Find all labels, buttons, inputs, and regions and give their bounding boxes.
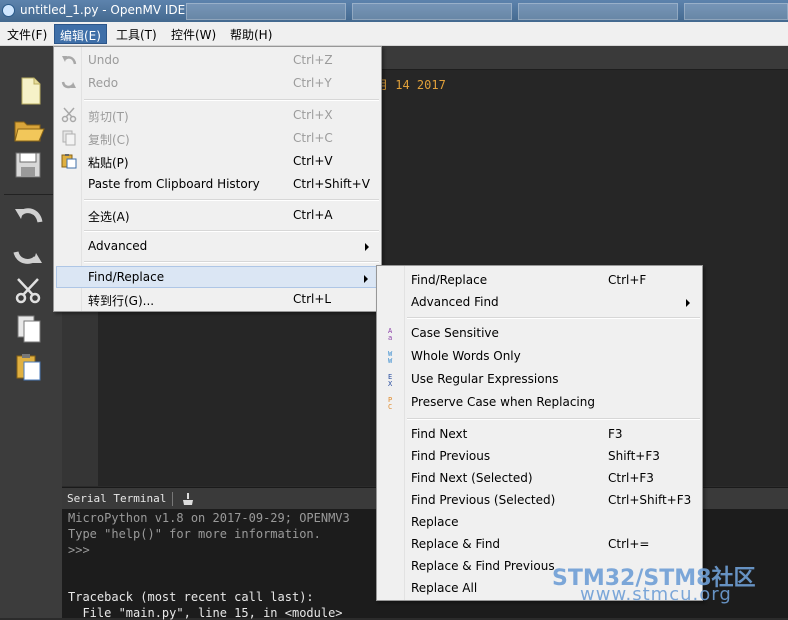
menu-item-copy[interactable]: 复制(C) Ctrl+C bbox=[56, 127, 379, 149]
folder-open-icon bbox=[14, 121, 45, 142]
scissors-icon bbox=[15, 278, 41, 304]
cut-button[interactable] bbox=[12, 276, 46, 306]
menu-item-find-replace-dialog[interactable]: Find/Replace Ctrl+F bbox=[379, 269, 700, 291]
menu-bar: 文件(F) 编辑(E) 工具(T) 控件(W) 帮助(H) bbox=[0, 22, 788, 46]
submenu-arrow-icon bbox=[686, 299, 690, 307]
edit-menu: Undo Ctrl+Z Redo Ctrl+Y 剪切(T) Ctrl+X 复制(… bbox=[53, 46, 382, 312]
paste-button[interactable] bbox=[12, 352, 46, 382]
menu-separator bbox=[84, 99, 379, 101]
menu-item-case-sensitive[interactable]: Aa Case Sensitive bbox=[379, 322, 700, 344]
terminal-line: >>> bbox=[68, 543, 90, 557]
svg-text:C: C bbox=[388, 403, 392, 410]
menu-item-regex[interactable]: EX Use Regular Expressions bbox=[379, 368, 700, 390]
preserve-case-icon: PC bbox=[388, 396, 392, 410]
menu-widgets[interactable]: 控件(W) bbox=[171, 26, 216, 43]
menu-item-select-all[interactable]: 全选(A) Ctrl+A bbox=[56, 204, 379, 226]
watermark-url: www.stmcu.org bbox=[580, 584, 732, 605]
menu-item-advanced-find[interactable]: Advanced Find bbox=[379, 291, 700, 313]
taskbar-tab[interactable] bbox=[518, 3, 678, 20]
taskbar-tab[interactable] bbox=[684, 3, 788, 20]
menu-item-replace[interactable]: Replace bbox=[379, 511, 700, 533]
menu-item-find-previous[interactable]: Find Previous Shift+F3 bbox=[379, 445, 700, 467]
svg-text:W: W bbox=[388, 357, 393, 364]
menu-item-undo[interactable]: Undo Ctrl+Z bbox=[56, 49, 379, 71]
menu-item-goto-line[interactable]: 转到行(G)... Ctrl+L bbox=[56, 288, 379, 310]
menu-item-replace-find[interactable]: Replace & Find Ctrl+= bbox=[379, 533, 700, 555]
paste-icon bbox=[16, 354, 41, 381]
menu-item-paste[interactable]: 粘贴(P) Ctrl+V bbox=[56, 150, 379, 172]
undo-icon bbox=[15, 208, 43, 223]
menu-item-preserve-case[interactable]: PC Preserve Case when Replacing bbox=[379, 391, 700, 413]
menu-separator bbox=[84, 199, 379, 201]
clear-terminal-button[interactable] bbox=[180, 491, 194, 505]
menu-item-redo[interactable]: Redo Ctrl+Y bbox=[56, 72, 379, 94]
submenu-arrow-icon bbox=[364, 275, 368, 283]
svg-text:X: X bbox=[388, 380, 393, 387]
menu-item-find-next[interactable]: Find Next F3 bbox=[379, 423, 700, 445]
svg-text:a: a bbox=[388, 334, 392, 341]
menu-tools[interactable]: 工具(T) bbox=[116, 26, 157, 43]
new-file-icon bbox=[21, 77, 41, 105]
title-bar: untitled_1.py - OpenMV IDE bbox=[0, 0, 788, 22]
new-file-button[interactable] bbox=[12, 76, 46, 106]
paste-icon bbox=[61, 154, 77, 169]
copy-icon bbox=[62, 130, 76, 146]
open-file-button[interactable] bbox=[12, 114, 46, 144]
scissors-icon bbox=[61, 107, 77, 123]
redo-icon bbox=[13, 251, 42, 264]
menu-file[interactable]: 文件(F) bbox=[7, 26, 47, 43]
menu-help[interactable]: 帮助(H) bbox=[230, 26, 272, 43]
whole-words-icon: WW bbox=[388, 350, 393, 364]
terminal-line: Traceback (most recent call last): bbox=[68, 590, 314, 604]
divider bbox=[172, 492, 173, 506]
code-comment-date: 月 14 2017 bbox=[376, 78, 446, 92]
menu-item-cut[interactable]: 剪切(T) Ctrl+X bbox=[56, 104, 379, 126]
menu-item-advanced[interactable]: Advanced bbox=[56, 235, 379, 257]
menu-separator bbox=[407, 418, 700, 420]
menu-item-find-replace[interactable]: Find/Replace bbox=[56, 266, 379, 288]
undo-icon bbox=[62, 56, 77, 65]
menu-item-paste-history[interactable]: Paste from Clipboard History Ctrl+Shift+… bbox=[56, 173, 379, 195]
regex-icon: EX bbox=[388, 373, 393, 387]
terminal-line: MicroPython v1.8 on 2017-09-29; OPENMV3 bbox=[68, 511, 350, 525]
menu-item-find-previous-selected[interactable]: Find Previous (Selected) Ctrl+Shift+F3 bbox=[379, 489, 700, 511]
taskbar-tab[interactable] bbox=[186, 3, 346, 20]
menu-edit[interactable]: 编辑(E) bbox=[54, 24, 107, 44]
taskbar-tab[interactable] bbox=[352, 3, 512, 20]
broom-icon bbox=[183, 493, 193, 505]
terminal-line: Type "help()" for more information. bbox=[68, 527, 321, 541]
menu-item-find-next-selected[interactable]: Find Next (Selected) Ctrl+F3 bbox=[379, 467, 700, 489]
copy-button[interactable] bbox=[12, 314, 46, 344]
save-icon bbox=[15, 152, 41, 178]
undo-button[interactable] bbox=[12, 200, 46, 230]
case-sensitive-icon: Aa bbox=[388, 327, 393, 341]
openmv-app-icon bbox=[2, 4, 15, 17]
redo-button[interactable] bbox=[12, 238, 46, 268]
copy-icon bbox=[17, 315, 41, 343]
window-title: untitled_1.py - OpenMV IDE bbox=[20, 3, 186, 17]
redo-icon bbox=[61, 81, 76, 89]
find-replace-submenu: Find/Replace Ctrl+F Advanced Find Aa Cas… bbox=[376, 265, 703, 601]
menu-separator bbox=[407, 317, 700, 319]
menu-item-whole-words[interactable]: WW Whole Words Only bbox=[379, 345, 700, 367]
toolbar-separator bbox=[4, 194, 58, 195]
menu-separator bbox=[84, 230, 379, 232]
submenu-arrow-icon bbox=[365, 243, 369, 251]
save-button[interactable] bbox=[12, 150, 46, 180]
serial-terminal-title: Serial Terminal bbox=[67, 492, 167, 505]
menu-separator bbox=[84, 261, 379, 263]
